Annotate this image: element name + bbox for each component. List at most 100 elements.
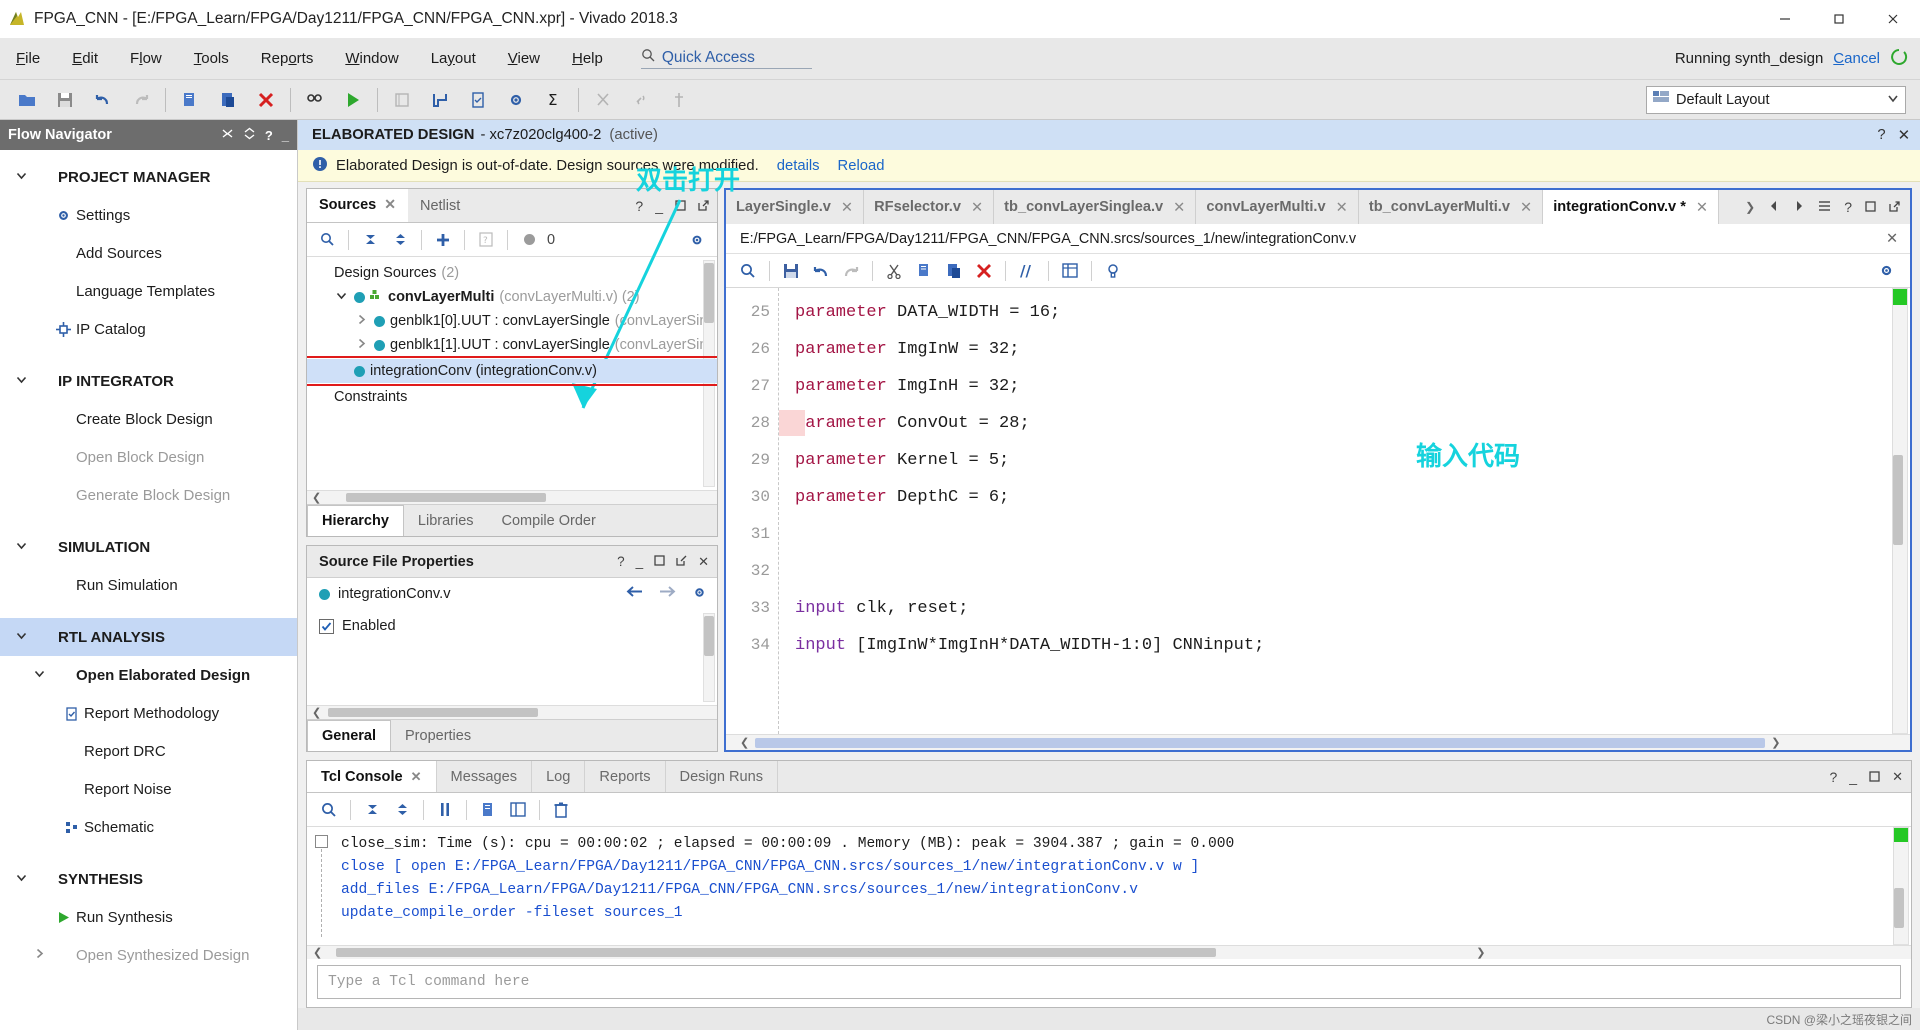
minimize-icon[interactable]: _ [655,198,663,214]
details-link[interactable]: details [777,158,820,174]
float-icon[interactable] [1889,199,1900,216]
console-output[interactable]: close_sim: Time (s): cpu = 00:00:02 ; el… [307,827,1911,945]
comment-icon[interactable]: // [1013,258,1041,284]
maximize-button[interactable] [1812,0,1866,38]
scroll-thumb[interactable] [346,493,547,503]
editor-tab[interactable]: LayerSingle.v ✕ [726,190,865,224]
columns-icon[interactable] [1056,258,1084,284]
collapse-all-icon[interactable] [356,227,384,253]
float-icon[interactable] [676,554,687,570]
scroll-thumb[interactable] [1894,888,1904,928]
save-icon[interactable] [46,83,84,117]
nav-item-open-block-design[interactable]: Open Block Design [0,438,297,476]
chevron-right-icon[interactable] [28,948,50,962]
nav-item-run-synthesis[interactable]: Run Synthesis [0,898,297,936]
nav-item-open-elaborated-design[interactable]: Open Elaborated Design [0,656,297,694]
sum-icon[interactable]: Σ [535,83,573,117]
scroll-left-icon[interactable]: ❮ [740,736,755,749]
editor-tab[interactable]: convLayerMulti.v ✕ [1196,190,1359,224]
chevron-down-icon[interactable] [10,170,32,184]
menu-window[interactable]: Window [329,38,414,80]
help-icon[interactable]: ? [617,554,625,570]
chevron-down-icon[interactable] [10,374,32,388]
quick-access-box[interactable]: Quick Access [640,48,812,69]
scroll-thumb[interactable] [328,708,539,717]
cut-icon[interactable] [880,258,908,284]
close-icon[interactable]: ✕ [1520,199,1532,216]
prev-icon[interactable] [1768,199,1780,216]
nav-item-report-methodology[interactable]: Report Methodology [0,694,297,732]
collapse-all-icon[interactable] [358,797,386,823]
nav-item-add-sources[interactable]: Add Sources [0,234,297,272]
console-hscrollbar[interactable]: ❮ ❯ [307,945,1911,959]
scroll-thumb[interactable] [704,616,714,657]
search-icon[interactable] [734,258,762,284]
nav-item-generate-block-design[interactable]: Generate Block Design [0,476,297,514]
menu-view[interactable]: View [492,38,556,80]
breakpoint-marker-icon[interactable] [779,410,805,436]
bulb-icon[interactable] [1099,258,1127,284]
code-line[interactable]: parameter DATA_WIDTH = 16; [795,294,1910,331]
copy-icon[interactable] [910,258,938,284]
close-icon[interactable]: ✕ [1696,199,1708,216]
cancel-link[interactable]: Cancel [1833,50,1880,67]
nav-item-project-manager[interactable]: PROJECT MANAGER [0,158,297,196]
nav-item-report-noise[interactable]: Report Noise [0,770,297,808]
maximize-icon[interactable] [1869,769,1880,786]
code-text[interactable]: 输入代码 parameter DATA_WIDTH = 16; parameter… [778,288,1910,734]
tab-libraries[interactable]: Libraries [404,505,488,536]
close-icon[interactable]: ✕ [1173,199,1185,216]
tab-properties[interactable]: Properties [391,720,485,751]
scroll-thumb[interactable] [1893,455,1903,545]
gear-icon[interactable] [683,227,711,253]
code-line[interactable]: parameter DepthC = 6; [795,479,1910,516]
console-tab[interactable]: Reports [585,761,666,792]
help-icon[interactable]: ? [1844,199,1852,215]
code-line[interactable]: parameter ImgInH = 32; [795,368,1910,405]
nav-item-run-simulation[interactable]: Run Simulation [0,566,297,604]
float-icon[interactable] [698,198,709,215]
console-tab[interactable]: Design Runs [666,761,779,792]
help-icon[interactable]: ? [635,198,643,214]
chevron-down-icon[interactable] [10,872,32,886]
expand-all-icon[interactable] [388,797,416,823]
back-arrow-icon[interactable] [626,585,643,604]
undo-icon[interactable] [84,83,122,117]
nav-item-settings[interactable]: Settings [0,196,297,234]
nav-item-schematic[interactable]: Schematic [0,808,297,846]
nav-scrollbar[interactable] [283,154,295,1026]
console-tab[interactable]: Log [532,761,586,792]
sources-tree[interactable]: Design Sources (2) convLayerMulti (convLaye… [307,257,717,491]
next-icon[interactable] [1793,199,1805,216]
save-icon[interactable] [777,258,805,284]
nav-item-open-synthesized-design[interactable]: Open Synthesized Design [0,936,297,974]
tab-general[interactable]: General [307,720,391,751]
delete-icon[interactable] [247,83,285,117]
close-icon[interactable]: ✕ [411,769,422,785]
nav-item-ip-catalog[interactable]: IP Catalog [0,310,297,348]
nav-item-language-templates[interactable]: Language Templates [0,272,297,310]
menu-file[interactable]: File [0,38,56,80]
sfp-vscrollbar[interactable] [703,613,715,702]
code-line[interactable]: parameter Kernel = 5; [795,442,1910,479]
editor-tab[interactable]: RFselector.v ✕ [864,190,995,224]
forward-arrow-icon[interactable] [659,585,676,604]
checkbox-icon[interactable] [319,618,334,634]
help-icon[interactable]: ? [1830,769,1838,785]
search-replace-icon[interactable] [296,83,334,117]
expand-all-icon[interactable] [386,227,414,253]
tree-row[interactable]: Design Sources (2) [307,261,717,285]
close-icon[interactable]: ✕ [1898,127,1910,144]
flow-icon[interactable] [421,83,459,117]
help-icon[interactable]: ? [1877,127,1885,143]
search-icon[interactable] [315,797,343,823]
tree-row[interactable]: convLayerMulti (convLayerMulti.v) (2) [307,285,717,309]
close-button[interactable] [1866,0,1920,38]
scroll-right-icon[interactable]: ❯ [1216,946,1485,959]
nav-item-create-block-design[interactable]: Create Block Design [0,400,297,438]
maximize-icon[interactable] [675,198,686,215]
paste-icon[interactable] [940,258,968,284]
nav-item-rtl-analysis[interactable]: RTL ANALYSIS [0,618,297,656]
tree-row[interactable]: Constraints [307,385,717,409]
chevron-down-icon[interactable] [333,290,349,304]
